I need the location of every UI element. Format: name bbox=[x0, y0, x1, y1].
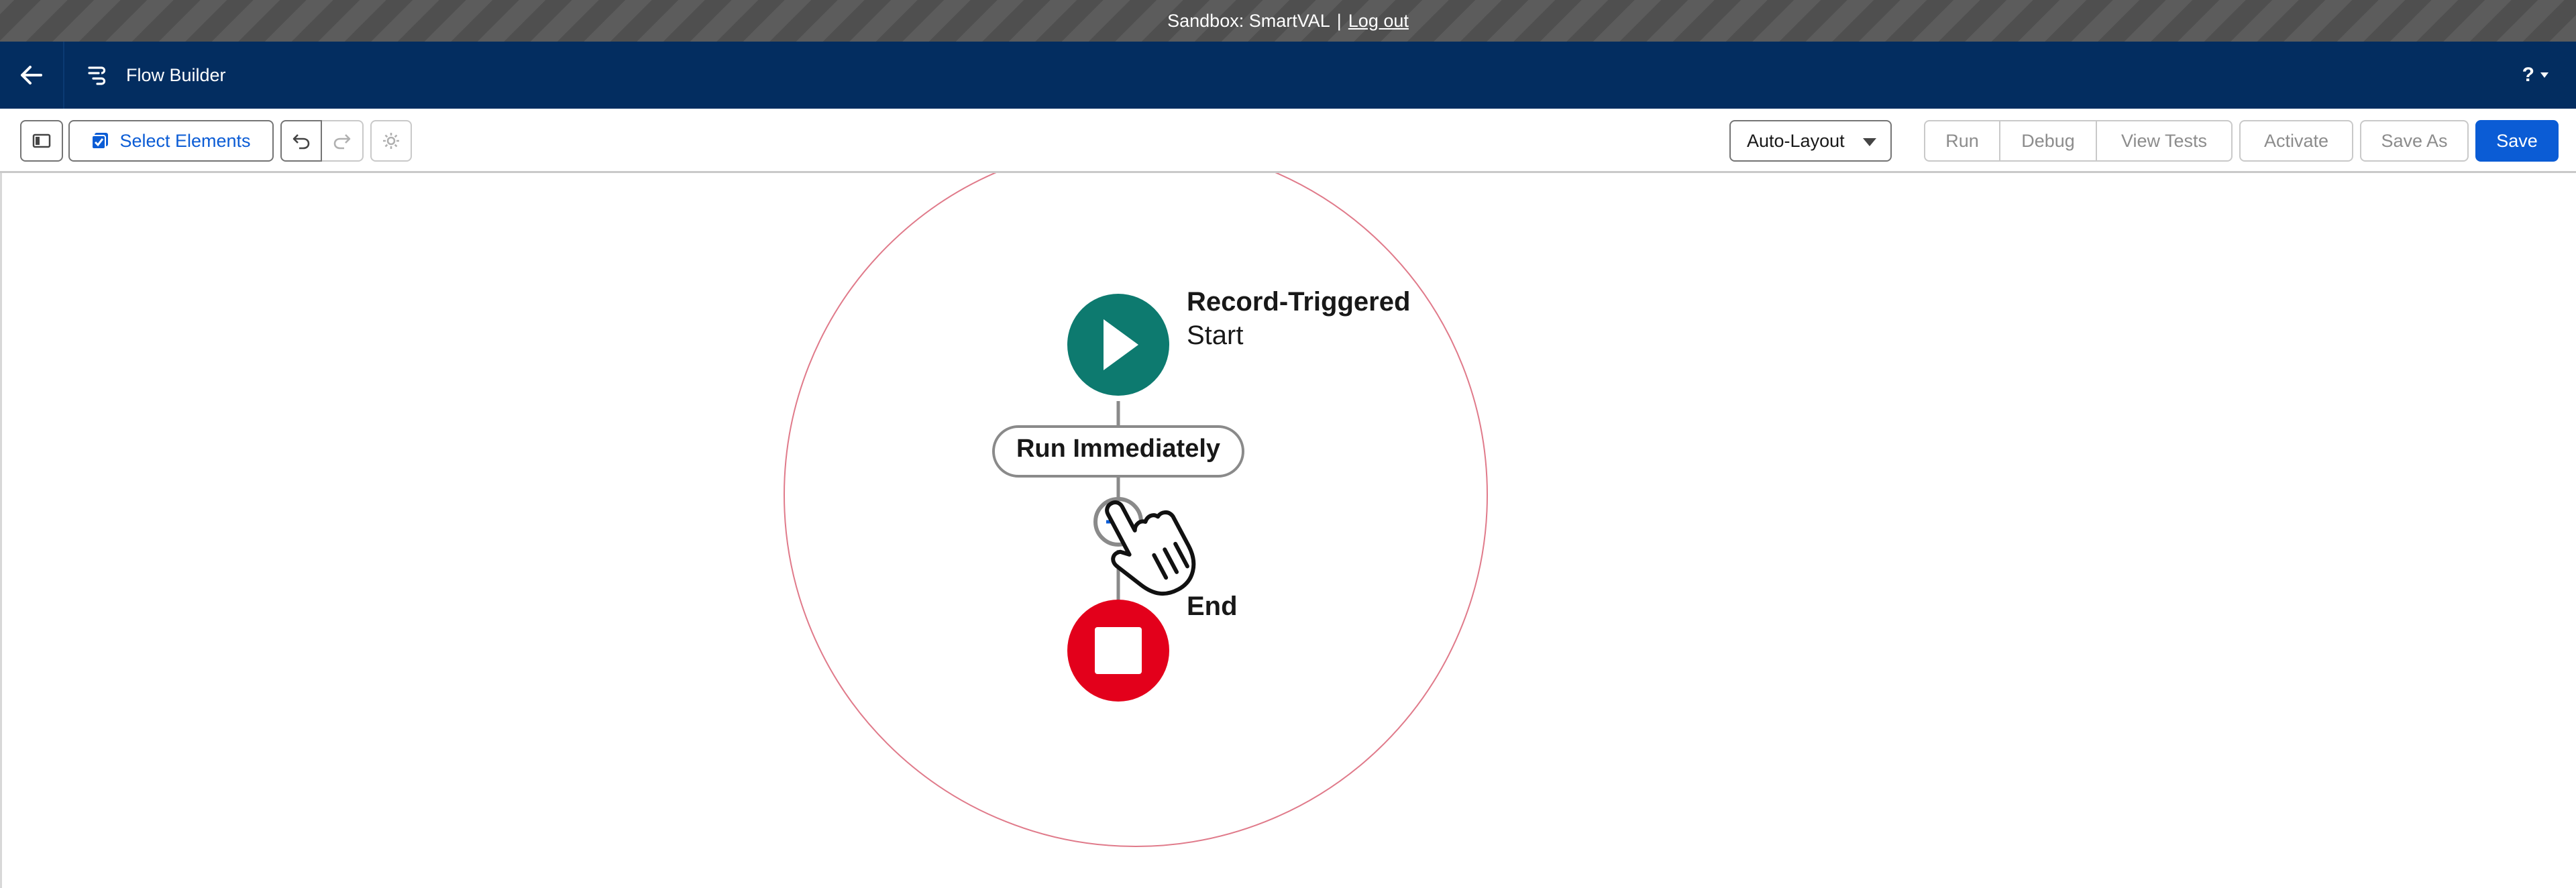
help-menu-button[interactable]: ? bbox=[2522, 42, 2549, 109]
select-elements-button[interactable]: Select Elements bbox=[68, 120, 274, 162]
stop-icon bbox=[1095, 627, 1142, 674]
run-button[interactable]: Run bbox=[1924, 120, 2000, 162]
caret-down-icon bbox=[2540, 72, 2548, 78]
end-node[interactable] bbox=[1067, 600, 1169, 702]
start-node-title: Record-Triggered bbox=[1187, 287, 1411, 317]
sandbox-banner: Sandbox: SmartVAL | Log out bbox=[0, 0, 2576, 42]
save-button[interactable]: Save bbox=[2475, 120, 2559, 162]
caret-down-icon bbox=[1863, 138, 1876, 146]
activate-label: Activate bbox=[2263, 130, 2329, 151]
activate-button[interactable]: Activate bbox=[2239, 120, 2353, 162]
logout-link[interactable]: Log out bbox=[1348, 11, 1409, 32]
toggle-panel-icon bbox=[32, 133, 51, 148]
redo-icon bbox=[333, 134, 351, 150]
undo-button[interactable] bbox=[280, 120, 322, 162]
save-as-button[interactable]: Save As bbox=[2360, 120, 2469, 162]
view-tests-button[interactable]: View Tests bbox=[2097, 120, 2233, 162]
app-header: Flow Builder ? bbox=[0, 42, 2576, 109]
start-node-subtitle: Start bbox=[1187, 321, 1244, 350]
end-node-label: End bbox=[1187, 592, 1238, 621]
save-as-label: Save As bbox=[2381, 130, 2448, 151]
sandbox-name: Sandbox: SmartVAL bbox=[1167, 10, 1330, 31]
run-label: Run bbox=[1945, 130, 1979, 151]
flow-canvas[interactable]: Record-Triggered Start Run Immediately E… bbox=[0, 173, 2576, 888]
debug-label: Debug bbox=[2021, 130, 2075, 151]
app-title: Flow Builder bbox=[126, 64, 226, 85]
arrow-left-icon bbox=[21, 66, 42, 85]
back-button[interactable] bbox=[0, 42, 64, 109]
layout-select[interactable]: Auto-Layout bbox=[1729, 120, 1892, 162]
select-elements-label: Select Elements bbox=[119, 130, 251, 151]
debug-button[interactable]: Debug bbox=[2000, 120, 2097, 162]
flow-icon bbox=[85, 62, 111, 89]
toggle-panel-button[interactable] bbox=[20, 120, 63, 162]
settings-button[interactable] bbox=[370, 120, 412, 162]
toolbar: Select Elements Auto-Layout Run Debug Vi… bbox=[0, 109, 2576, 173]
save-label: Save bbox=[2496, 130, 2538, 151]
start-node[interactable] bbox=[1067, 294, 1169, 396]
redo-button[interactable] bbox=[322, 120, 364, 162]
view-tests-label: View Tests bbox=[2121, 130, 2208, 151]
banner-separator: | bbox=[1336, 10, 1342, 31]
flow-diagram bbox=[784, 173, 1488, 847]
schedule-path-label: Run Immediately bbox=[1016, 435, 1221, 463]
layout-select-value: Auto-Layout bbox=[1747, 130, 1845, 151]
checkbox-icon bbox=[91, 133, 109, 150]
undo-icon bbox=[292, 134, 310, 150]
gear-icon bbox=[383, 133, 399, 149]
help-icon: ? bbox=[2522, 64, 2534, 86]
